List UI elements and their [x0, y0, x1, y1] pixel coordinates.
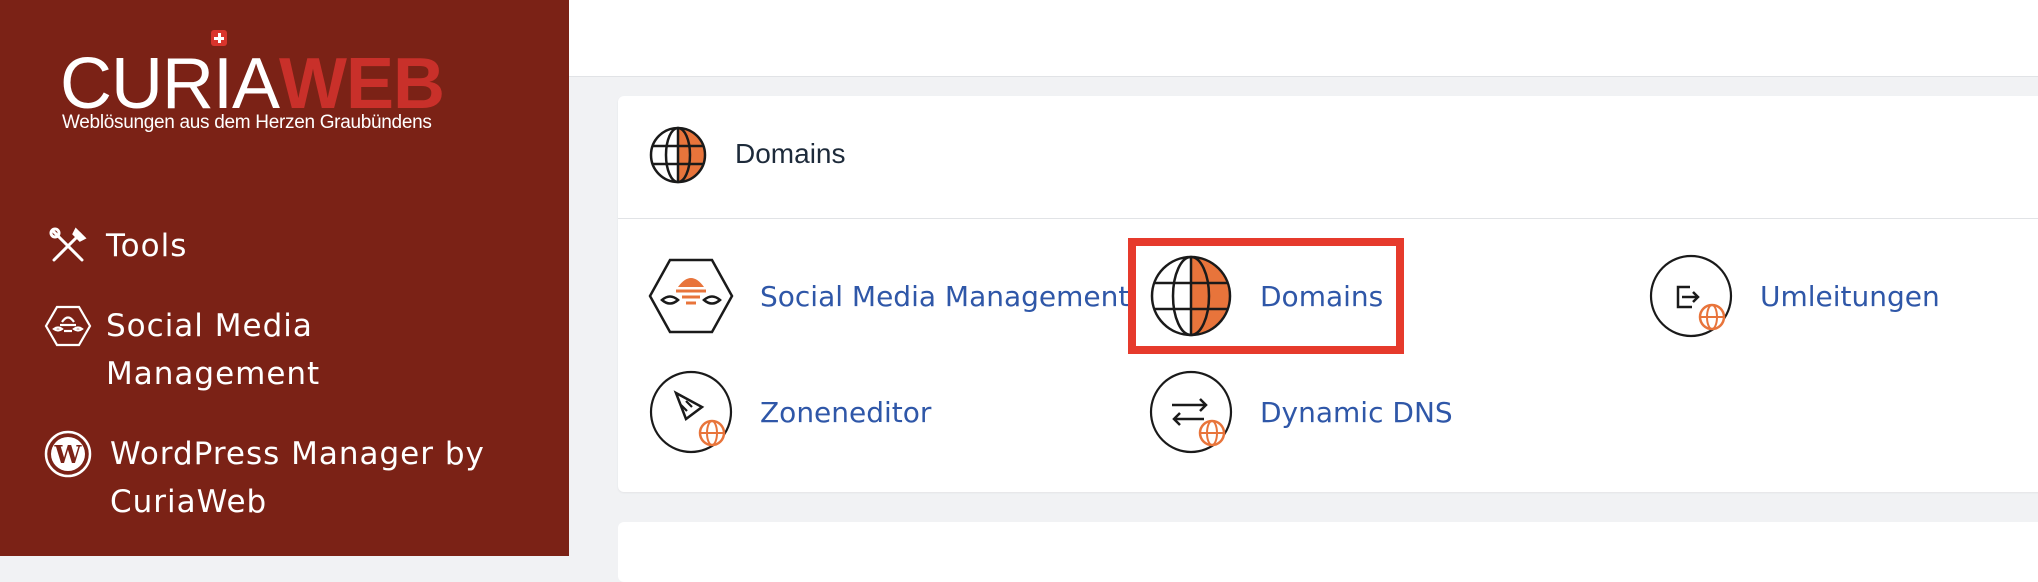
top-bar [569, 0, 2038, 77]
sidebar-item-label: Tools [106, 228, 188, 264]
redirect-icon [1648, 253, 1734, 339]
app-dynamic-dns[interactable]: Dynamic DNS [1148, 369, 1453, 455]
wordpress-icon: W [44, 430, 92, 478]
app-label: Social Media Management [760, 279, 1130, 313]
sidebar-item-wordpress[interactable]: W WordPress Manager by CuriaWeb [44, 430, 510, 526]
sidebar-item-tools[interactable]: Tools [44, 222, 506, 270]
logo-tagline: Weblösungen aus dem Herzen Graubündens [62, 112, 432, 133]
app-zoneneditor[interactable]: Zoneneditor [648, 369, 931, 455]
sidebar-item-social-media[interactable]: Social Media Management [44, 302, 506, 398]
highlight-box [1128, 238, 1404, 354]
zone-editor-icon [648, 369, 734, 455]
social-media-icon [44, 302, 92, 350]
app-label: Dynamic DNS [1260, 395, 1453, 429]
sidebar: CURIAWEB Weblösungen aus dem Herzen Grau… [0, 0, 569, 556]
app-label: Zoneneditor [760, 395, 932, 429]
dynamic-dns-icon [1148, 369, 1234, 455]
sidebar-item-label: Social Media Management [106, 308, 321, 392]
next-panel [618, 522, 2038, 582]
curiaweb-logo[interactable]: CURIAWEB Weblösungen aus dem Herzen Grau… [60, 30, 460, 140]
social-media-icon [648, 253, 734, 339]
svg-text:W: W [54, 440, 83, 469]
tools-icon [44, 222, 92, 270]
sidebar-item-label: WordPress Manager by CuriaWeb [110, 436, 485, 520]
app-umleitungen[interactable]: Umleitungen [1648, 253, 1940, 339]
globe-icon [648, 125, 708, 185]
panel-title: Domains [735, 138, 846, 169]
panel-header[interactable]: Domains [618, 96, 2038, 219]
app-label: Umleitungen [1760, 279, 1940, 313]
app-social-media-management[interactable]: Social Media Management [648, 253, 1129, 339]
